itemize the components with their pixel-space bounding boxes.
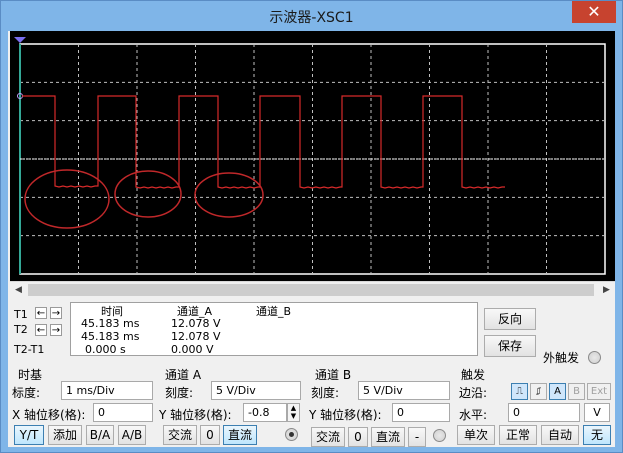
client-area: ◀ ▶ T1 ← → T2 ← → T2-T1 时间 通道_A 通道_B 45.… xyxy=(8,31,615,447)
row2-channel-a: 12.078 V xyxy=(171,330,221,343)
oscilloscope-window: 示波器-XSC1 ✕ ◀ ▶ T1 ← → T2 ← → T2-T1 时间 通道… xyxy=(0,0,623,453)
save-button[interactable]: 保存 xyxy=(484,335,536,357)
external-trigger-label: 外触发 xyxy=(543,351,580,365)
timebase-xpos-field[interactable]: 0 xyxy=(93,403,153,422)
falling-edge-icon[interactable]: ⎎ xyxy=(530,383,547,400)
cursor-marker-icon xyxy=(14,37,26,43)
row3-channel-a: 0.000 V xyxy=(171,343,214,356)
channel-b-scale-field[interactable]: 5 V/Div xyxy=(358,381,450,400)
channel-b-title: 通道 B xyxy=(315,368,352,382)
timebase-scale-field[interactable]: 1 ms/Div xyxy=(61,381,153,400)
close-button[interactable]: ✕ xyxy=(572,1,616,23)
t2-right-arrow-icon[interactable]: → xyxy=(50,324,62,336)
channel-a-ypos-field[interactable]: -0.8 xyxy=(243,403,287,422)
channel-a-title: 通道 A xyxy=(165,368,202,382)
trigger-source-b-button[interactable]: B xyxy=(568,383,585,400)
scroll-left-icon[interactable]: ◀ xyxy=(10,282,27,299)
title-bar[interactable]: 示波器-XSC1 ✕ xyxy=(1,1,622,31)
cursor-t1-label: T1 xyxy=(14,308,28,321)
timebase-title: 时基 xyxy=(18,368,43,382)
cursor-t2-label: T2 xyxy=(14,323,28,336)
channel-b-ypos-field[interactable]: 0 xyxy=(392,403,450,422)
mode-ab-button[interactable]: A/B xyxy=(118,425,146,445)
mode-yt-button[interactable]: Y/T xyxy=(14,425,44,445)
rising-edge-icon[interactable]: ⎍ xyxy=(511,383,528,400)
trigger-single-button[interactable]: 单次 xyxy=(457,425,495,445)
channel-b-minus-button[interactable]: - xyxy=(408,427,426,447)
row3-time: 0.000 s xyxy=(85,343,126,356)
trigger-level-label: 水平: xyxy=(459,408,488,422)
scope-display xyxy=(14,37,606,275)
channel-b-scale-label: 刻度: xyxy=(311,386,340,400)
external-trigger-radio[interactable] xyxy=(588,351,601,364)
timebase-xpos-label: X 轴位移(格): xyxy=(12,408,86,422)
trigger-source-ext-button[interactable]: Ext xyxy=(587,383,611,400)
trigger-title: 触发 xyxy=(461,368,486,382)
scroll-right-icon[interactable]: ▶ xyxy=(598,282,615,299)
channel-a-trace xyxy=(22,95,505,189)
channel-b-ypos-label: Y 轴位移(格): xyxy=(309,408,382,422)
cursor-diff-label: T2-T1 xyxy=(14,343,45,356)
scope-screen xyxy=(10,31,615,281)
window-title: 示波器-XSC1 xyxy=(269,10,354,26)
mode-add-button[interactable]: 添加 xyxy=(48,425,82,445)
channel-a-ypos-spinner-icon[interactable]: ▲ ▼ xyxy=(287,403,300,422)
row1-time: 45.183 ms xyxy=(81,317,140,330)
channel-a-dc-button[interactable]: 直流 xyxy=(223,425,257,445)
channel-a-ac-button[interactable]: 交流 xyxy=(163,425,197,445)
channel-b-ac-button[interactable]: 交流 xyxy=(311,427,345,447)
scroll-thumb[interactable] xyxy=(28,284,594,296)
t1-left-arrow-icon[interactable]: ← xyxy=(35,307,47,319)
reverse-button[interactable]: 反向 xyxy=(484,308,536,330)
annotation-ellipse-1 xyxy=(24,169,110,229)
channel-a-zero-button[interactable]: 0 xyxy=(200,425,220,445)
t1-right-arrow-icon[interactable]: → xyxy=(50,307,62,319)
trigger-level-field[interactable]: 0 xyxy=(508,403,580,422)
trigger-none-button[interactable]: 无 xyxy=(583,425,611,445)
mode-ba-button[interactable]: B/A xyxy=(86,425,114,445)
row1-channel-a: 12.078 V xyxy=(171,317,221,330)
timebase-scale-label: 标度: xyxy=(12,386,41,400)
channel-a-scale-label: 刻度: xyxy=(165,386,194,400)
t2-left-arrow-icon[interactable]: ← xyxy=(35,324,47,336)
measurement-readout: 时间 通道_A 通道_B 45.183 ms 12.078 V 45.183 m… xyxy=(70,302,478,356)
trigger-source-a-button[interactable]: A xyxy=(549,383,566,400)
trigger-level-unit[interactable]: V xyxy=(584,403,610,422)
annotation-ellipse-2 xyxy=(114,170,182,218)
trigger-auto-button[interactable]: 自动 xyxy=(541,425,579,445)
header-channel-b: 通道_B xyxy=(256,305,292,318)
trigger-normal-button[interactable]: 正常 xyxy=(499,425,537,445)
channel-b-dc-button[interactable]: 直流 xyxy=(371,427,405,447)
annotation-ellipse-3 xyxy=(194,172,264,218)
row2-time: 45.183 ms xyxy=(81,330,140,343)
channel-a-scale-field[interactable]: 5 V/Div xyxy=(211,381,301,400)
trigger-edge-label: 边沿: xyxy=(459,386,488,400)
channel-a-radio[interactable] xyxy=(285,428,298,441)
horizontal-scrollbar[interactable]: ◀ ▶ xyxy=(10,281,615,298)
channel-b-radio[interactable] xyxy=(433,429,446,442)
channel-a-ypos-label: Y 轴位移(格): xyxy=(159,408,232,422)
channel-b-zero-button[interactable]: 0 xyxy=(348,427,368,447)
